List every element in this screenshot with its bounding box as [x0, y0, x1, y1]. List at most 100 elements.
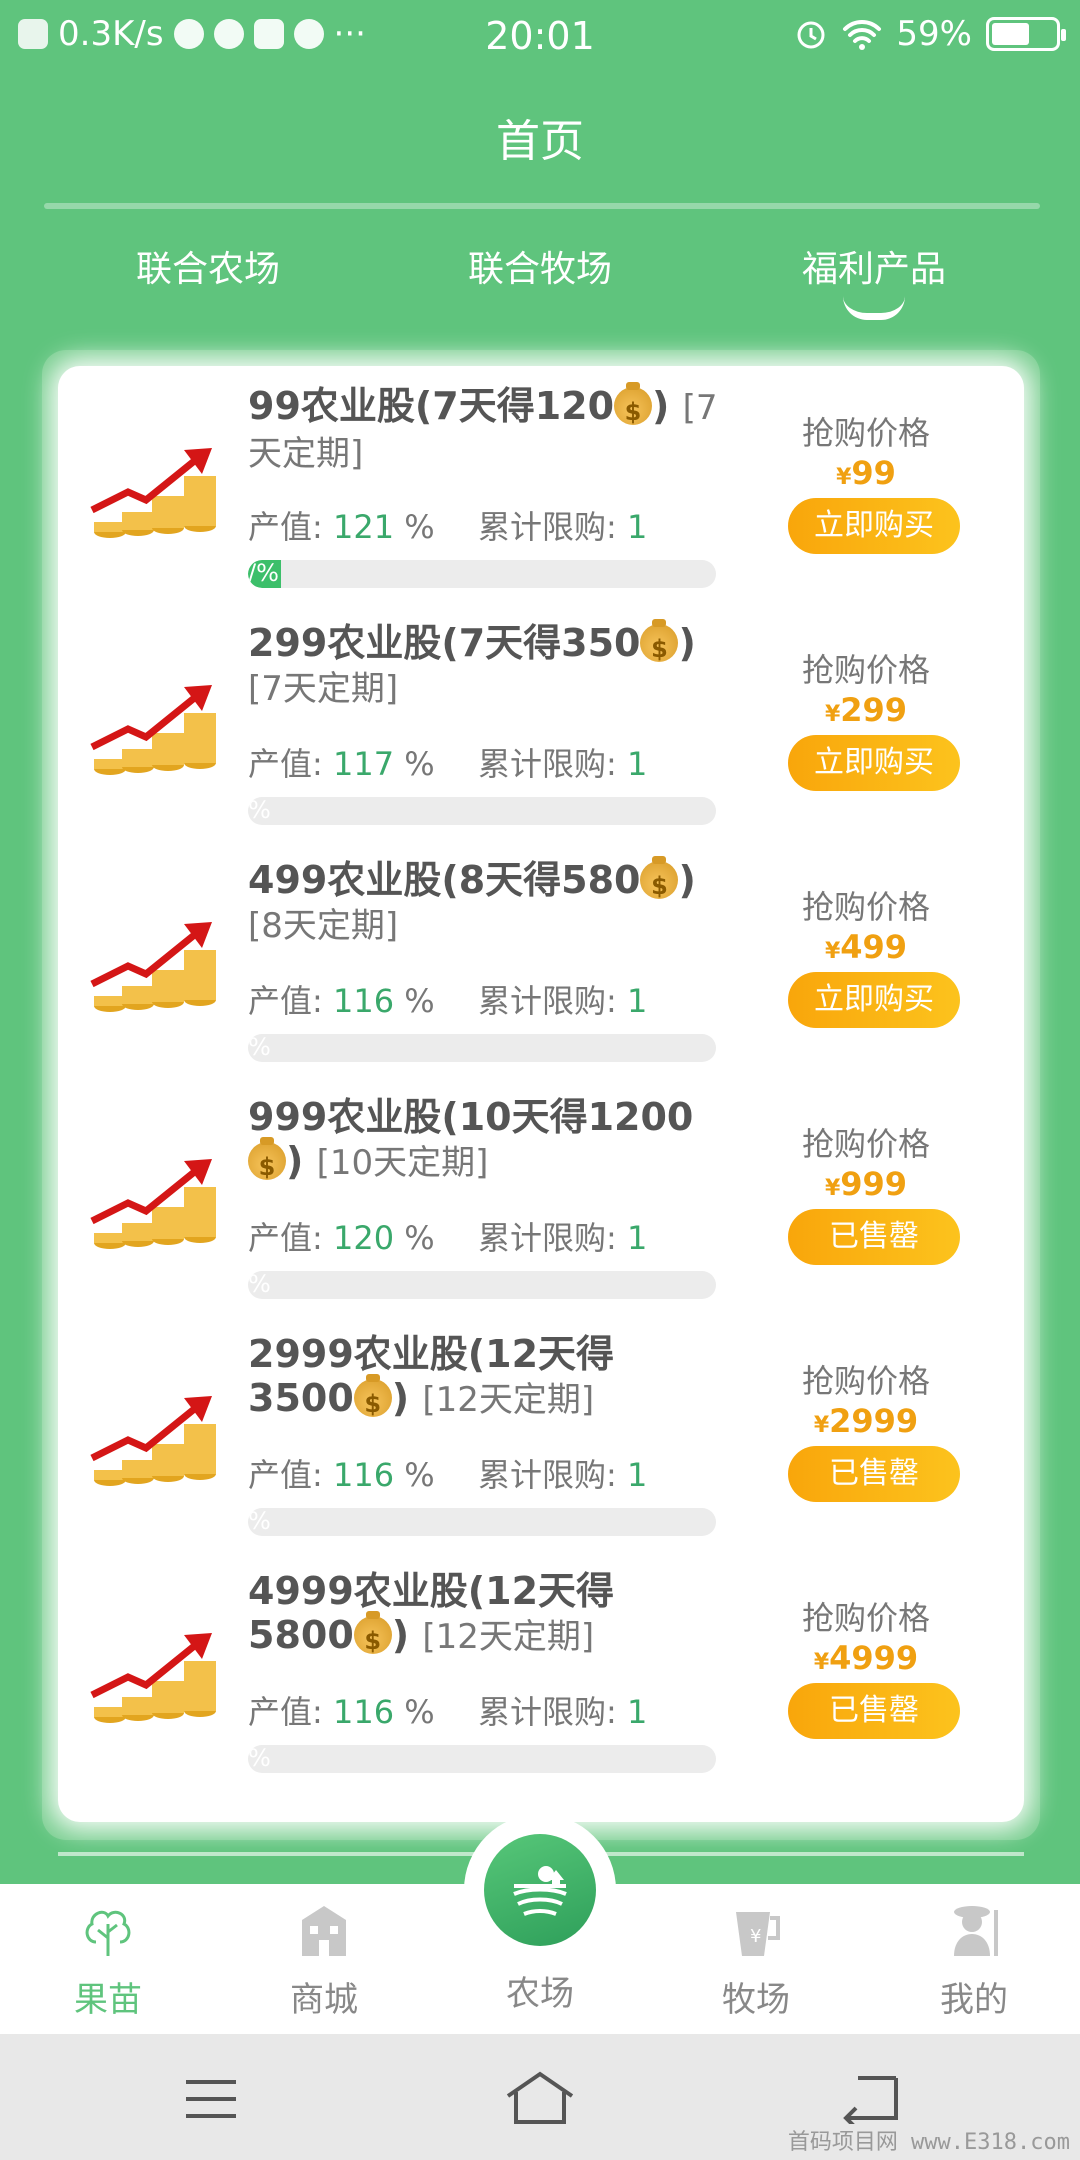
buy-button[interactable]: 立即购买	[788, 972, 960, 1028]
growth-coins-image	[88, 1625, 228, 1735]
output-value: 120	[332, 1219, 395, 1257]
nav-item-seedlings[interactable]: 果苗	[28, 1898, 188, 2021]
price-label: 抢购价格	[801, 1362, 930, 1400]
growth-coins-image	[88, 914, 228, 1024]
product-price: ¥999	[824, 1165, 908, 1203]
progress-text: %	[248, 1745, 271, 1772]
product-name: 2999农业股(12天得3500) [12天定期]	[248, 1332, 718, 1426]
limit-value: 1	[626, 1219, 648, 1257]
progress-bar: %	[248, 1034, 716, 1062]
product-term: [7天定期]	[248, 669, 399, 709]
product-name: 499农业股(8天得580) [8天定期]	[248, 856, 718, 948]
money-bag-icon	[640, 856, 679, 908]
product-card[interactable]: 999农业股(10天得1200) [10天定期] 产值: 120 %累计限购: 1…	[58, 1091, 1024, 1327]
growth-coins-image	[88, 440, 228, 550]
price-label: 抢购价格	[801, 1125, 930, 1163]
nav-item-farm[interactable]: 农场	[460, 1966, 620, 2015]
farm-button[interactable]	[484, 1834, 596, 1946]
tree-icon	[85, 1910, 131, 1956]
active-tab-indicator	[843, 296, 905, 320]
battery-icon	[986, 17, 1066, 51]
watermark: 首码项目网 www.E318.com	[787, 2130, 1070, 2155]
output-value: 116	[332, 982, 395, 1020]
menu-icon[interactable]	[182, 2074, 240, 2124]
product-stats: 产值: 117 % 累计限购: 1	[248, 745, 648, 783]
output-value: 117	[332, 745, 395, 783]
progress-bar: %	[248, 1271, 716, 1299]
progress-text: %	[248, 1271, 271, 1298]
price-label: 抢购价格	[801, 888, 930, 926]
farmer-icon	[954, 1906, 998, 1956]
product-price: ¥2999	[813, 1402, 919, 1440]
product-card[interactable]: 4999农业股(12天得5800) [12天定期] 产值: 116 %累计限购: …	[58, 1565, 1024, 1801]
product-card[interactable]: 499农业股(8天得580) [8天定期] 产值: 116 %累计限购: 1% 抢购…	[58, 854, 1024, 1090]
output-value: 121	[332, 508, 395, 546]
tab-bar: 联合农场 联合牧场 福利产品	[0, 240, 1080, 320]
system-nav-bar: 首码项目网 www.E318.com	[0, 2034, 1080, 2160]
store-icon	[302, 1906, 346, 1956]
buy-button[interactable]: 已售罄	[788, 1683, 960, 1739]
limit-value: 1	[626, 982, 648, 1020]
nav-item-store[interactable]: 商城	[244, 1898, 404, 2021]
money-bag-icon	[640, 619, 679, 671]
product-card[interactable]: 299农业股(7天得350) [7天定期] 产值: 117 %累计限购: 1% 抢购…	[58, 617, 1024, 853]
buy-button[interactable]: 立即购买	[788, 735, 960, 791]
product-term: [10天定期]	[316, 1143, 489, 1183]
header-divider	[44, 203, 1040, 209]
growth-coins-image	[88, 677, 228, 787]
wifi-icon	[843, 19, 882, 50]
limit-value: 1	[626, 745, 648, 783]
product-name: 299农业股(7天得350) [7天定期]	[248, 619, 718, 711]
status-bar: 0.3K/s ··· 20:01 59%	[0, 0, 1080, 72]
tab-joint-ranch[interactable]: 联合牧场	[390, 240, 690, 292]
product-stats: 产值: 120 % 累计限购: 1	[248, 1219, 648, 1257]
alarm-icon	[797, 21, 825, 49]
nav-item-ranch[interactable]: ¥ 牧场	[676, 1898, 836, 2021]
progress-text: %	[248, 797, 271, 824]
product-stats: 产值: 116 % 累计限购: 1	[248, 1693, 648, 1731]
product-card[interactable]: 99农业股(7天得120) [7天定期] 产值: 121 %累计限购: 1 /% 抢购…	[58, 380, 1024, 616]
product-name: 4999农业股(12天得5800) [12天定期]	[248, 1569, 718, 1663]
tab-welfare-products[interactable]: 福利产品	[724, 240, 1024, 320]
price-label: 抢购价格	[801, 1599, 930, 1637]
buy-button[interactable]: 已售罄	[788, 1446, 960, 1502]
money-bag-icon	[353, 1611, 392, 1663]
output-value: 116	[332, 1456, 395, 1494]
progress-text: /%	[248, 560, 279, 587]
ranch-icon: ¥	[736, 1912, 780, 1956]
product-name: 99农业股(7天得120) [7天定期]	[248, 382, 718, 476]
progress-bar: %	[248, 1745, 716, 1773]
progress-bar: /%	[248, 560, 716, 588]
money-bag-icon	[353, 1374, 392, 1426]
product-stats: 产值: 116 % 累计限购: 1	[248, 982, 648, 1020]
progress-bar: %	[248, 797, 716, 825]
back-icon[interactable]	[840, 2072, 900, 2124]
page-title: 首页	[496, 116, 584, 167]
progress-text: %	[248, 1034, 271, 1061]
product-price: ¥299	[824, 691, 908, 729]
product-price: ¥4999	[813, 1639, 919, 1677]
product-term: [12天定期]	[422, 1617, 595, 1657]
buy-button[interactable]: 立即购买	[788, 498, 960, 554]
home-icon[interactable]	[504, 2070, 576, 2126]
growth-coins-image	[88, 1388, 228, 1498]
money-bag-icon	[248, 1137, 286, 1189]
price-label: 抢购价格	[801, 414, 930, 452]
farm-icon	[513, 1866, 567, 1916]
limit-value: 1	[626, 1456, 648, 1494]
tab-joint-farm[interactable]: 联合农场	[58, 240, 358, 292]
product-price: ¥99	[836, 454, 896, 492]
product-name: 999农业股(10天得1200) [10天定期]	[248, 1095, 718, 1189]
product-price: ¥499	[824, 928, 908, 966]
nav-item-mine[interactable]: 我的	[894, 1898, 1054, 2021]
price-label: 抢购价格	[801, 651, 930, 689]
output-value: 116	[332, 1693, 395, 1731]
battery-percent: 59%	[896, 14, 972, 54]
progress-bar: %	[248, 1508, 716, 1536]
product-stats: 产值: 121 % 累计限购: 1	[248, 508, 648, 546]
svg-text:¥: ¥	[750, 1926, 761, 1947]
product-card[interactable]: 2999农业股(12天得3500) [12天定期] 产值: 116 %累计限购: …	[58, 1328, 1024, 1564]
money-bag-icon	[614, 382, 653, 434]
product-stats: 产值: 116 % 累计限购: 1	[248, 1456, 648, 1494]
buy-button[interactable]: 已售罄	[788, 1209, 960, 1265]
